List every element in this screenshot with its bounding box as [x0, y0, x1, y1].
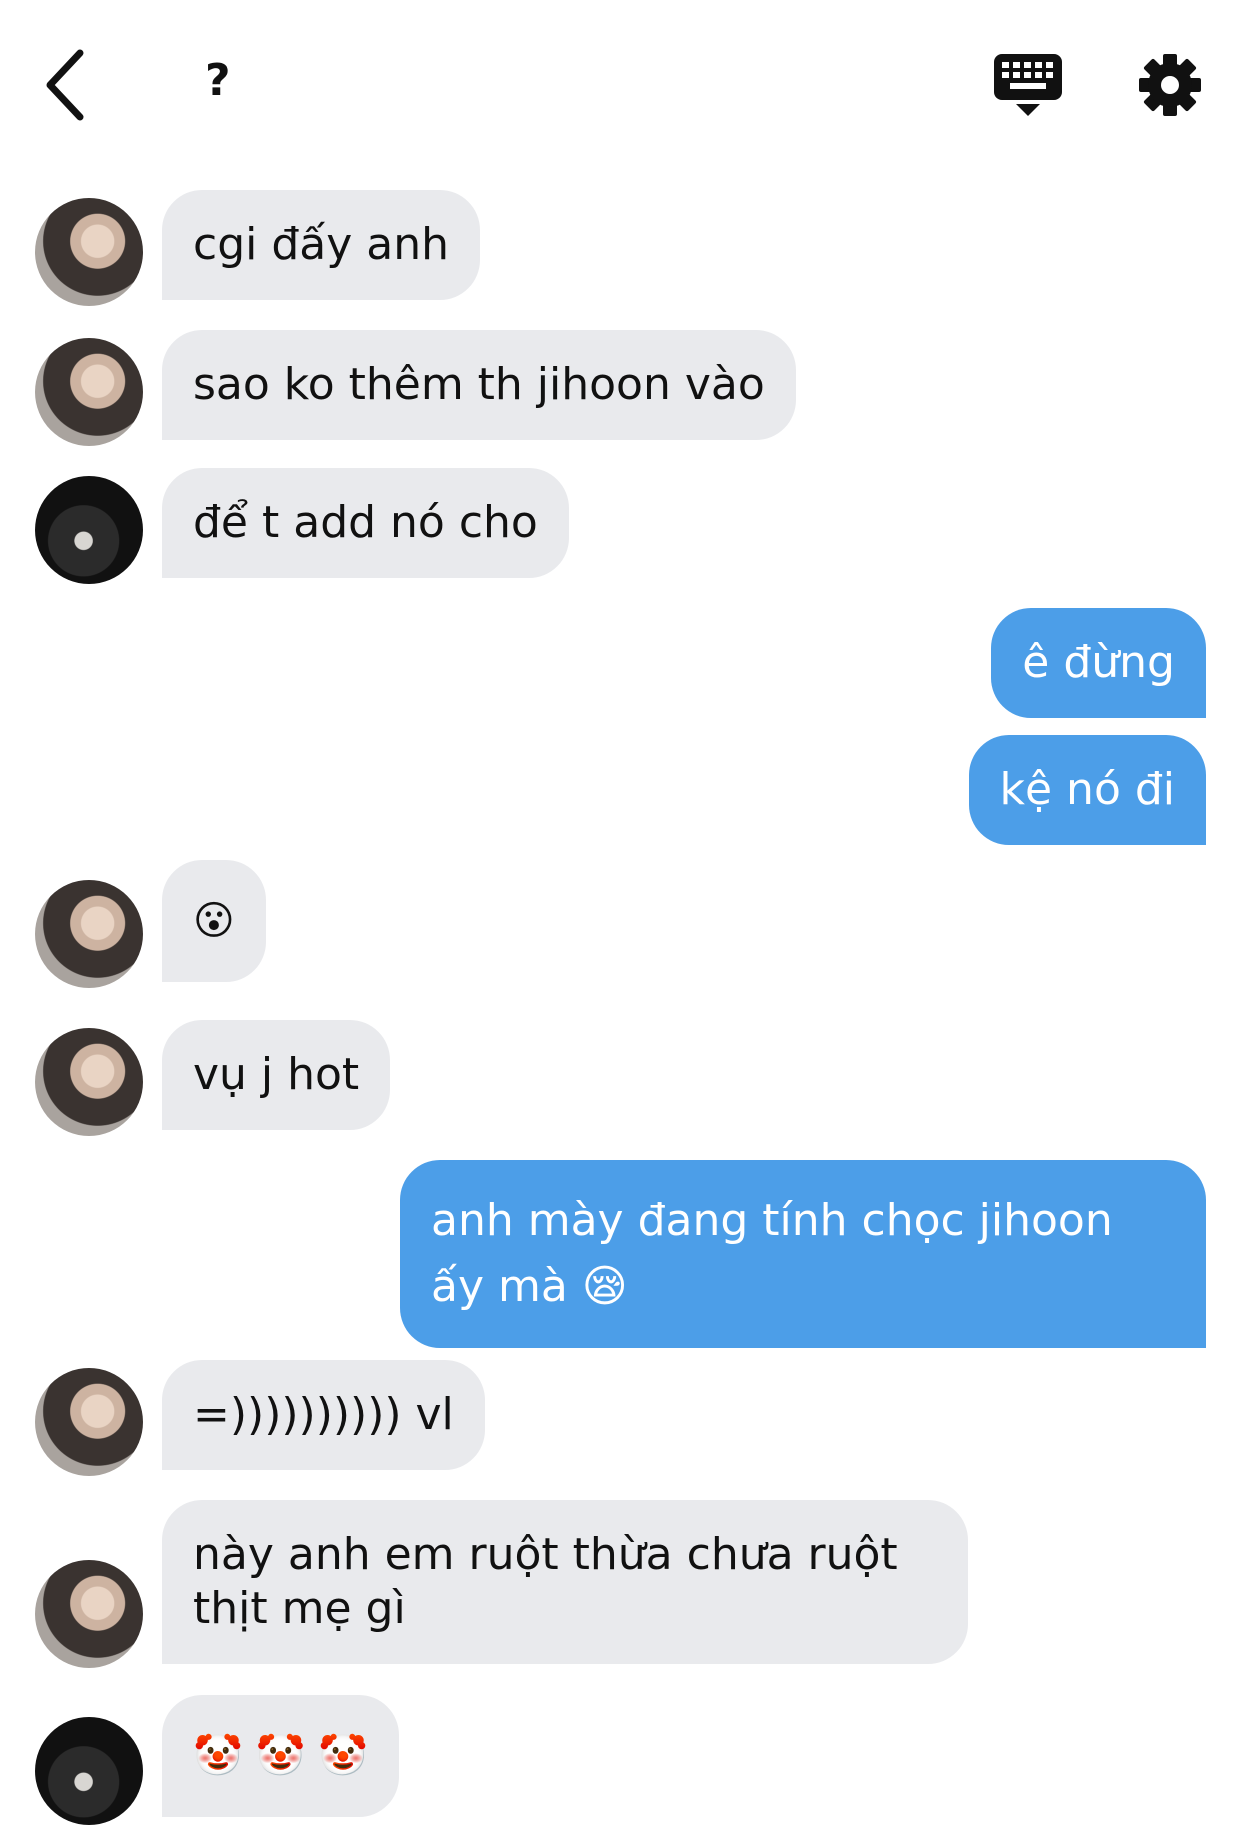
incoming-message[interactable]: sao ko thêm th jihoon vào [162, 330, 796, 440]
outgoing-message[interactable]: anh mày đang tính chọc jihoon ấy mà 😪 [400, 1160, 1206, 1348]
back-button[interactable] [30, 40, 100, 130]
outgoing-message[interactable]: kệ nó đi [968, 735, 1206, 845]
settings-button[interactable] [1135, 50, 1205, 120]
incoming-message[interactable]: để t add nó cho [162, 468, 569, 578]
gear-icon [1139, 54, 1201, 116]
avatar[interactable] [35, 1028, 143, 1136]
avatar[interactable] [35, 1717, 143, 1825]
incoming-message[interactable]: cgi đấy anh [162, 190, 480, 300]
keyboard-icon [994, 54, 1062, 116]
avatar[interactable] [35, 1560, 143, 1668]
incoming-message[interactable]: 🤡 🤡 🤡 [162, 1695, 399, 1817]
chat-header: ? [0, 0, 1242, 170]
incoming-message[interactable]: vụ j hot [162, 1020, 391, 1130]
avatar[interactable] [35, 1368, 143, 1476]
avatar[interactable] [35, 476, 143, 584]
keyboard-button[interactable] [990, 50, 1066, 120]
incoming-message[interactable]: này anh em ruột thừa chưa ruột thịt mẹ g… [162, 1500, 968, 1664]
incoming-message[interactable]: 😮 [162, 860, 266, 982]
avatar[interactable] [35, 880, 143, 988]
conversation-title[interactable]: ? [205, 55, 231, 106]
chevron-left-icon [46, 49, 84, 121]
avatar[interactable] [35, 338, 143, 446]
avatar[interactable] [35, 198, 143, 306]
incoming-message[interactable]: =)))))))))) vl [162, 1360, 485, 1470]
outgoing-message[interactable]: ê đừng [991, 608, 1206, 718]
